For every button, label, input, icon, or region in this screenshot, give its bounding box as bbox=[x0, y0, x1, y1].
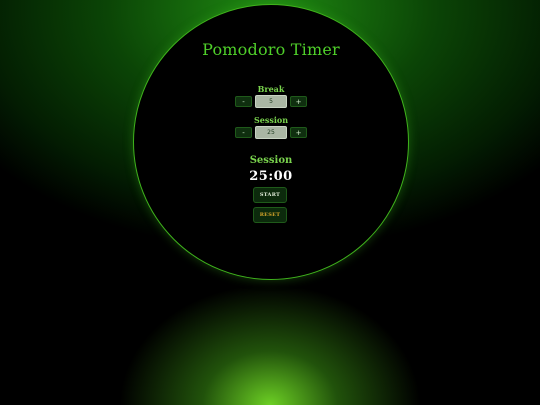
session-control: - 25 + bbox=[235, 126, 307, 139]
clock-face: Pomodoro Timer Break - 5 + Session - 25 … bbox=[133, 4, 409, 280]
break-increment-button[interactable]: + bbox=[290, 96, 307, 107]
break-decrement-button[interactable]: - bbox=[235, 96, 252, 107]
session-decrement-button[interactable]: - bbox=[235, 127, 252, 138]
timer-mode-label: Session bbox=[249, 155, 293, 166]
time-left-display: 25:00 bbox=[249, 169, 293, 184]
break-control: - 5 + bbox=[235, 95, 307, 108]
reset-button[interactable]: RESET bbox=[253, 207, 287, 223]
break-label: Break bbox=[257, 84, 285, 94]
app-title: Pomodoro Timer bbox=[202, 40, 340, 59]
session-increment-button[interactable]: + bbox=[290, 127, 307, 138]
start-button[interactable]: START bbox=[253, 187, 287, 203]
session-length-value: 25 bbox=[255, 126, 287, 139]
session-label: Session bbox=[253, 115, 289, 125]
break-length-value: 5 bbox=[255, 95, 287, 108]
